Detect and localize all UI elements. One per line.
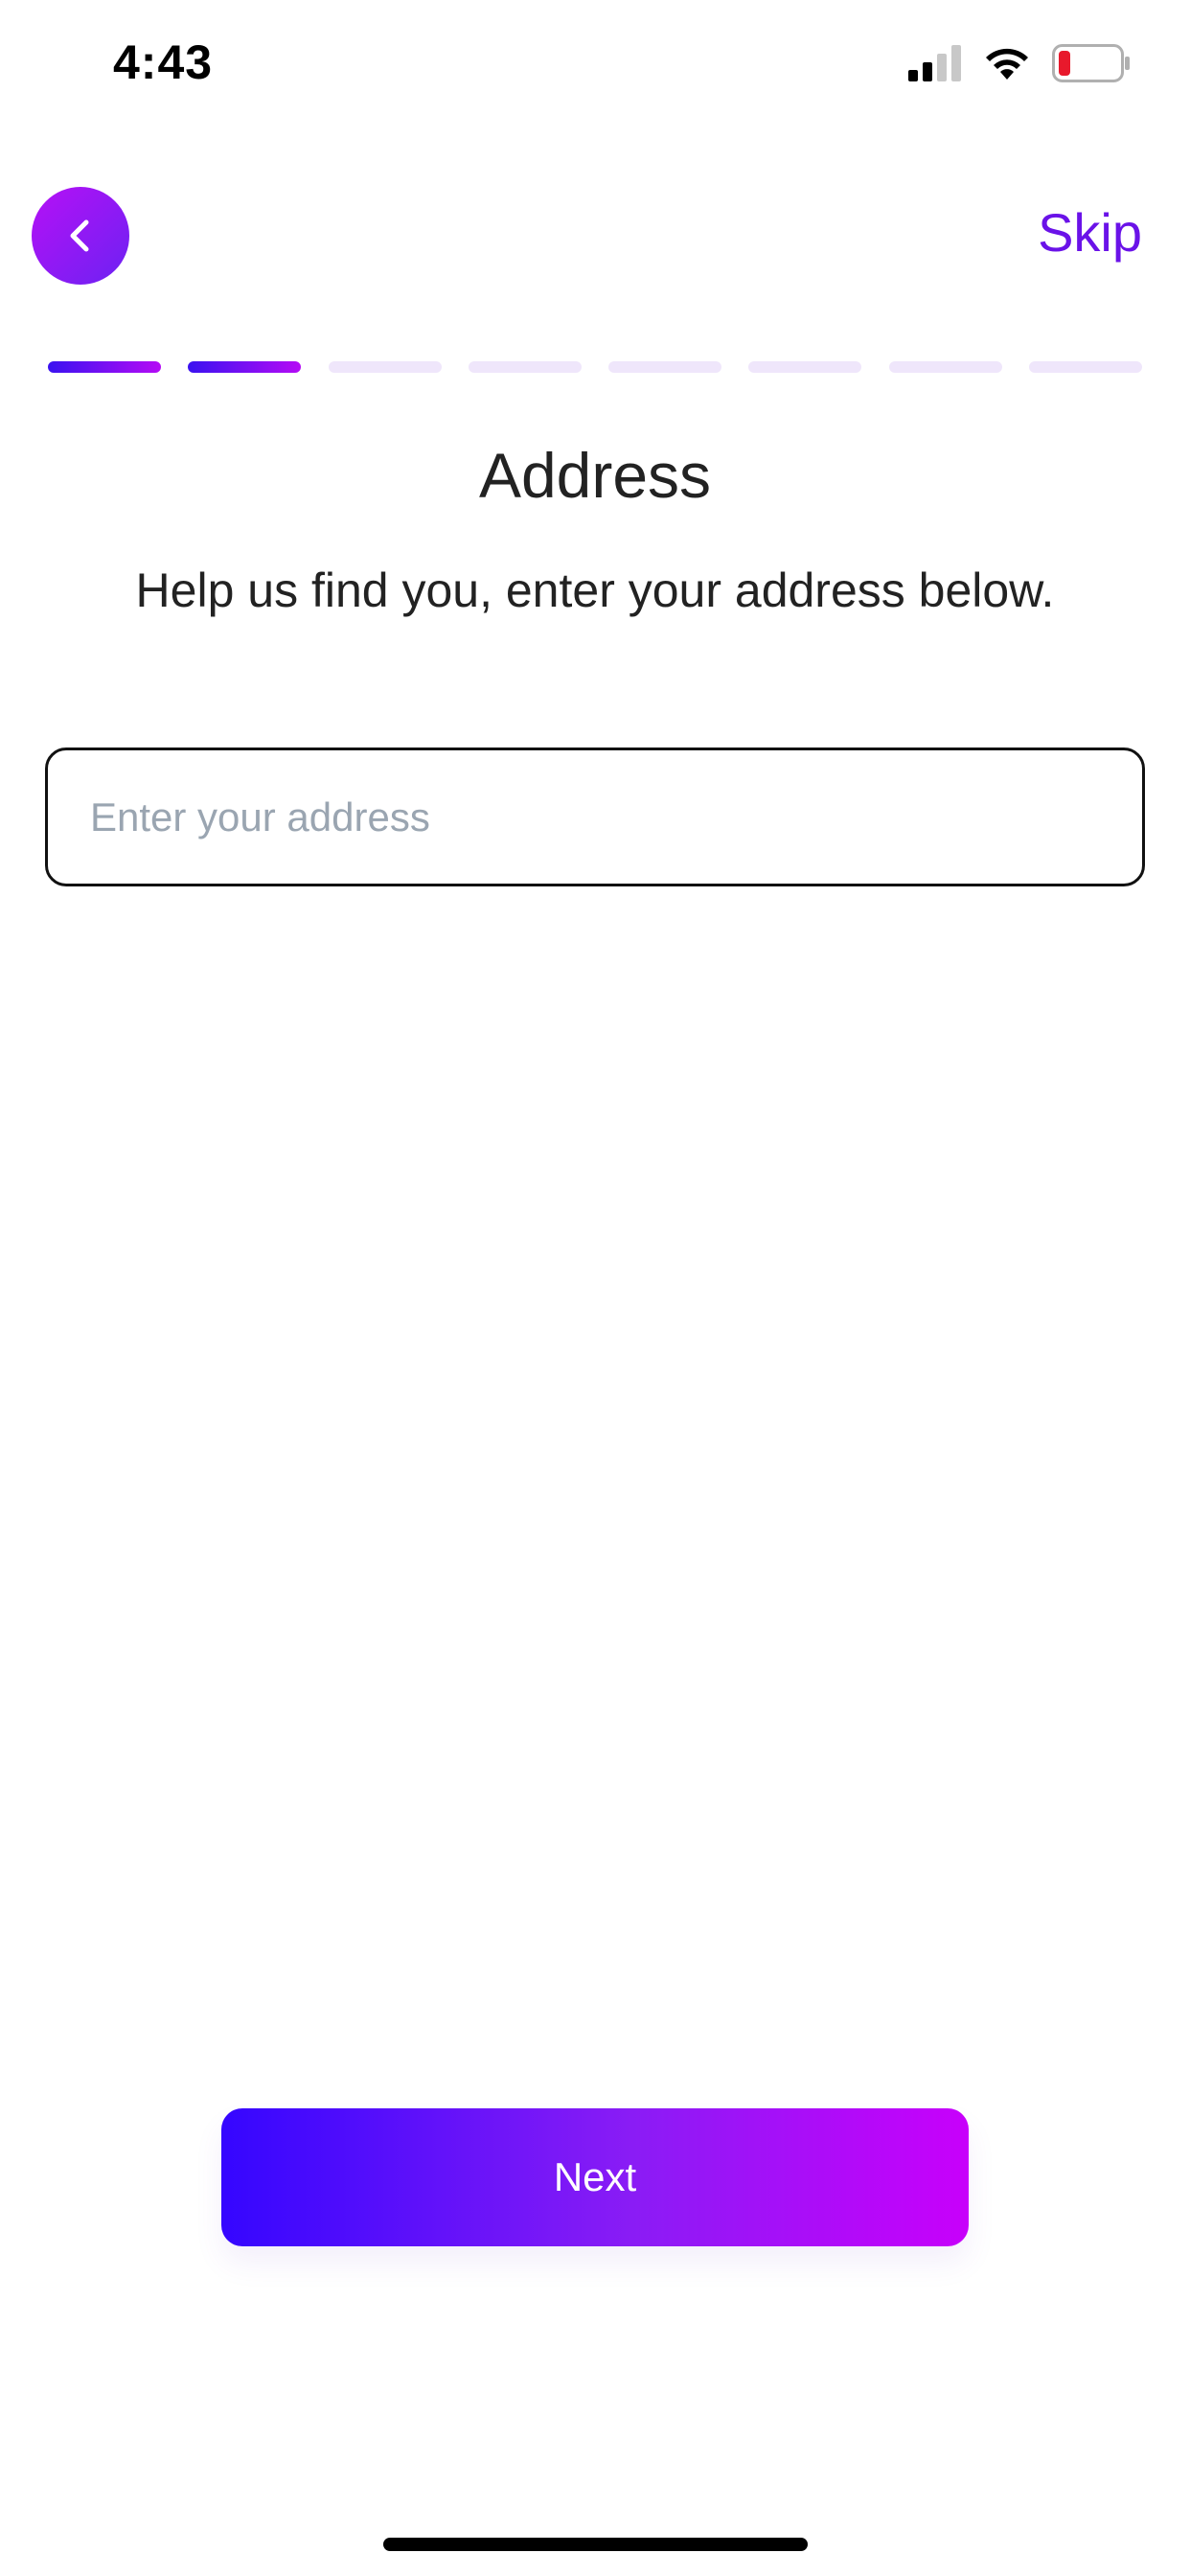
signal-icon [908, 45, 961, 81]
progress-segment [1028, 361, 1142, 373]
page-title: Address [478, 440, 712, 511]
page-subtitle: Help us find you, enter your address bel… [135, 564, 1055, 617]
progress-segment [888, 361, 1002, 373]
next-button[interactable]: Next [221, 2108, 969, 2246]
status-icons [908, 44, 1131, 82]
wifi-icon [986, 48, 1028, 80]
status-time: 4:43 [113, 35, 214, 89]
progress-segment [748, 361, 862, 373]
battery-icon [1052, 44, 1130, 82]
skip-button[interactable]: Skip [1038, 201, 1142, 264]
progress-segment [328, 361, 442, 373]
chevron-left-icon [70, 219, 89, 252]
back-button[interactable] [32, 187, 129, 285]
progress-indicator [48, 361, 1142, 373]
progress-segment [188, 361, 302, 373]
address-input[interactable] [45, 748, 1145, 886]
status-bar: 4:43 [0, 0, 1190, 126]
progress-segment [468, 361, 582, 373]
progress-segment [608, 361, 722, 373]
home-indicator [383, 2538, 808, 2551]
progress-segment [48, 361, 161, 373]
